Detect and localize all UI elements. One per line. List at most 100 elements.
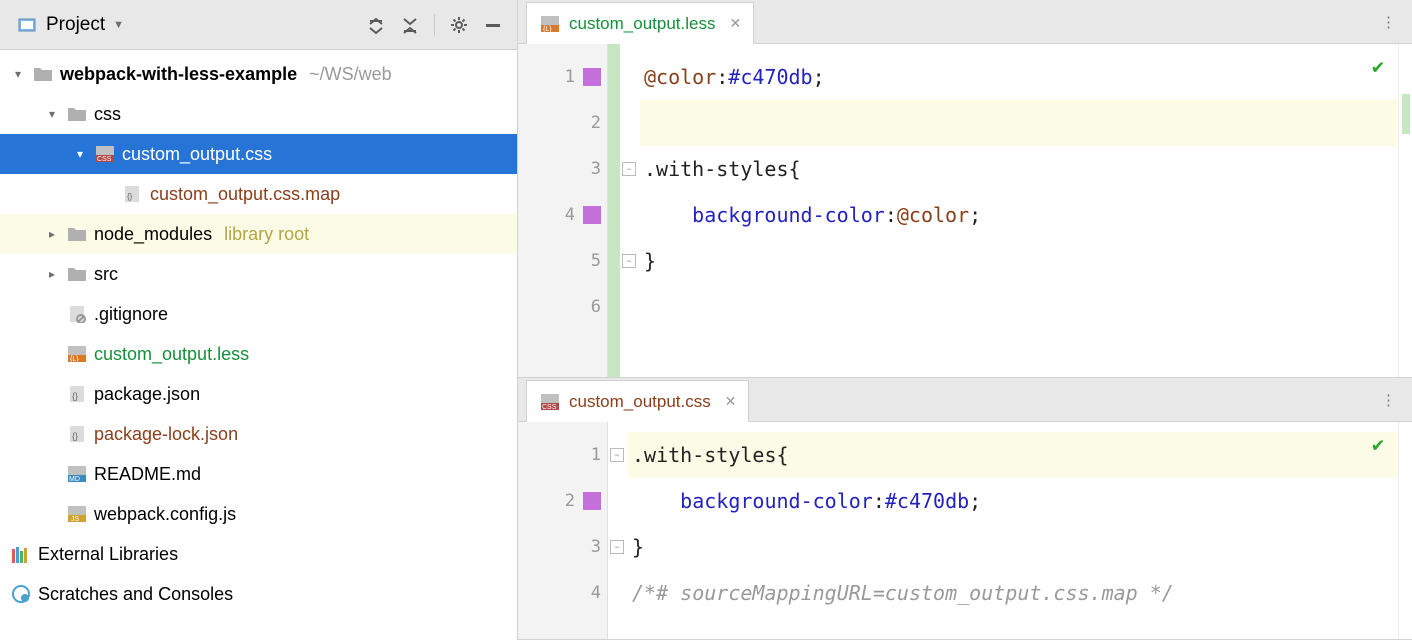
code-line[interactable] (640, 100, 1398, 146)
tab-custom-output-less[interactable]: {L} custom_output.less ✕ (526, 2, 754, 44)
scratches-consoles[interactable]: Scratches and Consoles (0, 574, 517, 614)
folder-icon (32, 63, 54, 85)
code-line[interactable]: /*# sourceMappingURL=custom_output.css.m… (628, 570, 1398, 616)
folder-icon (66, 103, 88, 125)
svg-text:{}: {} (72, 431, 78, 441)
svg-text:CSS: CSS (97, 156, 112, 163)
editor-pane-top: {L} custom_output.less ✕ ⋮ 123456 −− @co… (518, 0, 1412, 378)
code-lines[interactable]: .with-styles { background-color: #c470db… (628, 422, 1398, 639)
collapse-all-button[interactable] (396, 11, 424, 39)
fold-close-icon[interactable]: − (622, 254, 636, 268)
tree-root[interactable]: ▾ webpack-with-less-example ~/WS/web (0, 54, 517, 94)
code-line[interactable]: background-color: @color; (640, 192, 1398, 238)
tree-item-package_lock[interactable]: {} package-lock.json (0, 414, 517, 454)
color-swatch-icon[interactable] (583, 206, 601, 224)
tab-label: custom_output.css (569, 392, 711, 412)
tree-item-node_modules[interactable]: ▸node_moduleslibrary root (0, 214, 517, 254)
code-line[interactable]: @color: #c470db; (640, 54, 1398, 100)
code-area-bottom[interactable]: 1234 −− .with-styles { background-color:… (518, 422, 1412, 639)
code-line[interactable]: } (628, 524, 1398, 570)
token-punc: ; (813, 65, 825, 89)
tree-item-label: package.json (94, 384, 200, 405)
close-icon[interactable]: ✕ (729, 15, 741, 32)
check-icon: ✔ (1372, 432, 1384, 456)
project-sidebar: Project ▼ ▾ webpack-with-less-example ~/… (0, 0, 518, 640)
tree-item-gitignore[interactable]: .gitignore (0, 294, 517, 334)
tab-bar-top: {L} custom_output.less ✕ ⋮ (518, 0, 1412, 44)
chevron-right-icon: ▸ (44, 267, 60, 281)
tree-item-readme[interactable]: MDREADME.md (0, 454, 517, 494)
svg-text:{L}: {L} (70, 356, 79, 363)
tree-item-custom_output_css[interactable]: ▾CSScustom_output.css (0, 134, 517, 174)
root-path: ~/WS/web (309, 64, 392, 85)
more-icon[interactable]: ⋮ (1365, 13, 1412, 31)
less-icon: {L} (539, 13, 561, 35)
fold-open-icon[interactable]: − (622, 162, 636, 176)
tree-item-src[interactable]: ▸src (0, 254, 517, 294)
svg-text:{}: {} (127, 192, 133, 201)
editor-pane-bottom: CSS custom_output.css ✕ ⋮ 1234 −− .with-… (518, 378, 1412, 640)
svg-text:{}: {} (72, 391, 78, 401)
minimap[interactable] (1398, 44, 1412, 377)
token-prop: background-color (680, 489, 873, 513)
code-line[interactable]: } (640, 238, 1398, 284)
editor-area: {L} custom_output.less ✕ ⋮ 123456 −− @co… (518, 0, 1412, 640)
gutter-row: 5 (518, 238, 607, 284)
code-line[interactable]: .with-styles { (640, 146, 1398, 192)
project-tree[interactable]: ▾ webpack-with-less-example ~/WS/web ▾cs… (0, 50, 517, 640)
gutter-row: 3 (518, 524, 607, 570)
fold-column: −− (608, 422, 628, 639)
line-number: 5 (591, 251, 601, 271)
gutter-row: 2 (518, 100, 607, 146)
token-punc: ; (969, 489, 981, 513)
minimap[interactable] (1398, 422, 1412, 639)
fold-column: −− (620, 44, 640, 377)
fold-open-icon[interactable]: − (610, 448, 624, 462)
hide-button[interactable] (479, 11, 507, 39)
fold-close-icon[interactable]: − (610, 540, 624, 554)
project-tool-button[interactable]: Project ▼ (10, 12, 130, 38)
token-punc: { (789, 157, 801, 181)
tab-custom-output-css[interactable]: CSS custom_output.css ✕ (526, 380, 749, 422)
external-libraries[interactable]: External Libraries (0, 534, 517, 574)
external-libraries-label: External Libraries (38, 544, 178, 565)
change-marker (608, 44, 620, 377)
token-sel: .with-styles (632, 443, 777, 467)
code-area-top[interactable]: 123456 −− @color: #c470db;.with-styles {… (518, 44, 1412, 377)
line-number: 6 (591, 297, 601, 317)
line-number: 2 (565, 491, 575, 511)
expand-all-button[interactable] (362, 11, 390, 39)
token-sel: .with-styles (644, 157, 789, 181)
line-number: 1 (591, 445, 601, 465)
token-punc: : (873, 489, 885, 513)
tree-item-webpack_config[interactable]: JSwebpack.config.js (0, 494, 517, 534)
tree-item-custom_output_less[interactable]: {L}custom_output.less (0, 334, 517, 374)
token-punc: } (632, 535, 644, 559)
tree-item-css[interactable]: ▾css (0, 94, 517, 134)
code-lines[interactable]: @color: #c470db; .with-styles { backgroun… (640, 44, 1398, 377)
json-icon: {} (66, 423, 88, 445)
gutter-row: 1 (518, 432, 607, 478)
color-swatch-icon[interactable] (583, 68, 601, 86)
divider (434, 14, 435, 36)
close-icon[interactable]: ✕ (725, 393, 737, 410)
tree-item-label: node_modules (94, 224, 212, 245)
token-punc: ; (969, 203, 981, 227)
code-line[interactable] (640, 284, 1398, 330)
chevron-down-icon: ▾ (72, 147, 88, 161)
chevron-down-icon: ▾ (10, 67, 26, 81)
code-line[interactable]: background-color: #c470db; (628, 478, 1398, 524)
tree-item-label: webpack.config.js (94, 504, 236, 525)
less-icon: {L} (66, 343, 88, 365)
project-icon (16, 14, 38, 36)
svg-text:{L}: {L} (543, 26, 552, 33)
token-val: #c470db (885, 489, 969, 513)
project-title: Project (46, 14, 105, 36)
tree-item-package_json[interactable]: {} package.json (0, 374, 517, 414)
tree-item-label: package-lock.json (94, 424, 238, 445)
gear-icon[interactable] (445, 11, 473, 39)
more-icon[interactable]: ⋮ (1365, 391, 1412, 409)
tree-item-custom_output_css_map[interactable]: {}custom_output.css.map (0, 174, 517, 214)
code-line[interactable]: .with-styles { (628, 432, 1398, 478)
color-swatch-icon[interactable] (583, 492, 601, 510)
